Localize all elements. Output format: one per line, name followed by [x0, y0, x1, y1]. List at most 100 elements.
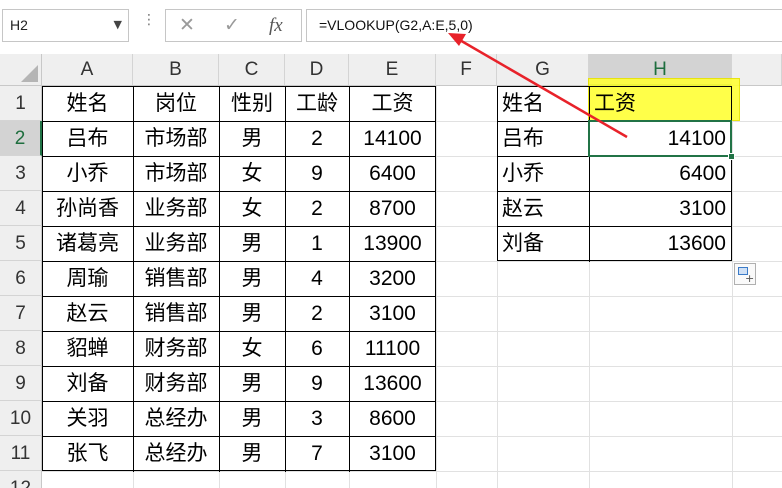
lookup-salary-cell[interactable]: 6400 — [589, 156, 732, 191]
row-header-6[interactable]: 6 — [0, 261, 42, 296]
source-table-cell[interactable]: 13900 — [349, 226, 436, 261]
insert-function-icon[interactable]: fx — [269, 15, 283, 37]
source-table-cell[interactable]: 6 — [285, 331, 349, 366]
source-table-cell[interactable]: 总经办 — [133, 401, 219, 436]
source-table-cell[interactable]: 周瑜 — [42, 261, 133, 296]
source-table-cell[interactable]: 8700 — [349, 191, 436, 226]
quick-analysis-button[interactable]: + — [734, 263, 756, 285]
source-table-cell[interactable]: 男 — [219, 296, 285, 331]
source-table-cell[interactable]: 市场部 — [133, 156, 219, 191]
row-header-10[interactable]: 10 — [0, 401, 42, 436]
source-table-cell[interactable]: 财务部 — [133, 331, 219, 366]
row-header-2[interactable]: 2 — [0, 121, 42, 156]
row-header-7[interactable]: 7 — [0, 296, 42, 331]
row-header-4[interactable]: 4 — [0, 191, 42, 226]
column-header-c[interactable]: C — [219, 54, 285, 86]
column-header-f[interactable]: F — [436, 54, 497, 86]
source-table-cell[interactable]: 2 — [285, 191, 349, 226]
source-table-cell[interactable]: 男 — [219, 226, 285, 261]
source-table-cell[interactable]: 8600 — [349, 401, 436, 436]
source-header-cell[interactable]: 性别 — [219, 86, 285, 121]
source-table-cell[interactable]: 小乔 — [42, 156, 133, 191]
row-header-12[interactable]: 12 — [0, 471, 42, 488]
column-header-a[interactable]: A — [42, 54, 133, 86]
source-table-cell[interactable]: 女 — [219, 191, 285, 226]
source-table-cell[interactable]: 业务部 — [133, 191, 219, 226]
column-header-g[interactable]: G — [497, 54, 589, 86]
source-table-cell[interactable]: 总经办 — [133, 436, 219, 471]
source-table-cell[interactable]: 14100 — [349, 121, 436, 156]
source-table-cell[interactable]: 9 — [285, 156, 349, 191]
source-table-cell[interactable]: 男 — [219, 366, 285, 401]
source-table-cell[interactable]: 销售部 — [133, 296, 219, 331]
source-table-cell[interactable]: 男 — [219, 436, 285, 471]
source-table-cell[interactable]: 1 — [285, 226, 349, 261]
column-header-b[interactable]: B — [133, 54, 219, 86]
lookup-salary-cell[interactable]: 3100 — [589, 191, 732, 226]
row-header-11[interactable]: 11 — [0, 436, 42, 471]
source-table-cell[interactable]: 3200 — [349, 261, 436, 296]
lookup-header-name[interactable]: 姓名 — [497, 86, 589, 121]
source-table-cell[interactable]: 吕布 — [42, 121, 133, 156]
source-table-cell[interactable]: 13600 — [349, 366, 436, 401]
formula-bar: H2 ▼ ⋮ ✕ ✓ fx =VLOOKUP(G2,A:E,5,0) — [0, 0, 782, 54]
source-header-cell[interactable]: 工龄 — [285, 86, 349, 121]
lookup-name-cell[interactable]: 赵云 — [497, 191, 589, 226]
source-table-cell[interactable]: 7 — [285, 436, 349, 471]
column-header-d[interactable]: D — [285, 54, 349, 86]
source-table-cell[interactable]: 3 — [285, 401, 349, 436]
fill-handle[interactable] — [728, 153, 735, 160]
row-header-3[interactable]: 3 — [0, 156, 42, 191]
formula-input[interactable]: =VLOOKUP(G2,A:E,5,0) — [306, 9, 782, 42]
chevron-down-icon[interactable]: ▼ — [114, 18, 122, 31]
lookup-name-cell[interactable]: 小乔 — [497, 156, 589, 191]
source-table-cell[interactable]: 9 — [285, 366, 349, 401]
source-table-cell[interactable]: 貂蝉 — [42, 331, 133, 366]
more-options-icon[interactable]: ⋮ — [142, 12, 156, 28]
source-table-cell[interactable]: 男 — [219, 401, 285, 436]
source-table-cell[interactable]: 2 — [285, 296, 349, 331]
lookup-name-cell[interactable]: 刘备 — [497, 226, 589, 261]
source-table-cell[interactable]: 财务部 — [133, 366, 219, 401]
lookup-header-salary[interactable]: 工资 — [589, 86, 732, 121]
source-table-cell[interactable]: 孙尚香 — [42, 191, 133, 226]
source-table-cell[interactable]: 3100 — [349, 436, 436, 471]
row-header-9[interactable]: 9 — [0, 366, 42, 401]
gridline-vertical — [732, 86, 733, 488]
source-table-cell[interactable]: 11100 — [349, 331, 436, 366]
select-all-icon — [21, 65, 38, 82]
source-table-cell[interactable]: 业务部 — [133, 226, 219, 261]
source-table-cell[interactable]: 2 — [285, 121, 349, 156]
source-table-cell[interactable]: 张飞 — [42, 436, 133, 471]
source-table-cell[interactable]: 男 — [219, 261, 285, 296]
source-table-cell[interactable]: 男 — [219, 121, 285, 156]
spreadsheet-grid[interactable]: ABCDEFGH 123456789101112 姓名岗位性别工龄工资吕布市场部… — [0, 54, 782, 488]
row-header-8[interactable]: 8 — [0, 331, 42, 366]
source-table-cell[interactable]: 诸葛亮 — [42, 226, 133, 261]
column-header-e[interactable]: E — [349, 54, 436, 86]
cancel-icon[interactable]: ✕ — [179, 14, 195, 36]
active-cell-selection[interactable] — [588, 120, 732, 157]
source-table-cell[interactable]: 销售部 — [133, 261, 219, 296]
lookup-salary-cell[interactable]: 13600 — [589, 226, 732, 261]
source-header-cell[interactable]: 岗位 — [133, 86, 219, 121]
enter-icon[interactable]: ✓ — [224, 14, 240, 36]
lookup-name-cell[interactable]: 吕布 — [497, 121, 589, 156]
source-table-cell[interactable]: 女 — [219, 331, 285, 366]
source-table-cell[interactable]: 关羽 — [42, 401, 133, 436]
source-table-cell[interactable]: 6400 — [349, 156, 436, 191]
source-table-cell[interactable]: 刘备 — [42, 366, 133, 401]
source-header-cell[interactable]: 姓名 — [42, 86, 133, 121]
name-box[interactable]: H2 ▼ — [2, 9, 129, 42]
row-header-1[interactable]: 1 — [0, 86, 42, 121]
source-table-cell[interactable]: 市场部 — [133, 121, 219, 156]
source-table-cell[interactable]: 赵云 — [42, 296, 133, 331]
source-table-cell[interactable]: 女 — [219, 156, 285, 191]
formula-text: =VLOOKUP(G2,A:E,5,0) — [319, 17, 473, 33]
row-header-5[interactable]: 5 — [0, 226, 42, 261]
source-table-cell[interactable]: 3100 — [349, 296, 436, 331]
gridline-horizontal — [42, 471, 782, 472]
source-table-cell[interactable]: 4 — [285, 261, 349, 296]
select-all-corner[interactable] — [0, 54, 42, 86]
source-header-cell[interactable]: 工资 — [349, 86, 436, 121]
